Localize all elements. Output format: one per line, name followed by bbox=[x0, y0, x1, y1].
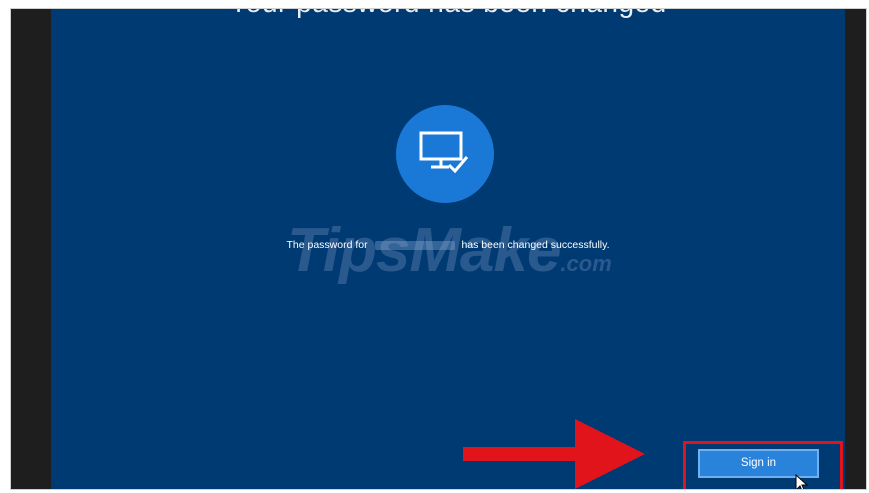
screenshot-frame: Your password has been changed TipsMake.… bbox=[10, 8, 867, 490]
redacted-username bbox=[374, 240, 455, 250]
avatar bbox=[396, 105, 494, 203]
red-arrow-icon bbox=[463, 419, 645, 489]
status-message: The password for has been changed succes… bbox=[51, 239, 845, 251]
message-after: has been changed successfully. bbox=[461, 239, 610, 251]
monitor-check-icon bbox=[419, 131, 469, 174]
message-before: The password for bbox=[286, 239, 368, 251]
watermark-suffix: .com bbox=[560, 251, 612, 276]
setup-screen: Your password has been changed TipsMake.… bbox=[51, 9, 845, 489]
page-title: Your password has been changed bbox=[51, 9, 845, 19]
highlight-box bbox=[683, 441, 843, 489]
mouse-pointer-icon bbox=[795, 474, 809, 489]
